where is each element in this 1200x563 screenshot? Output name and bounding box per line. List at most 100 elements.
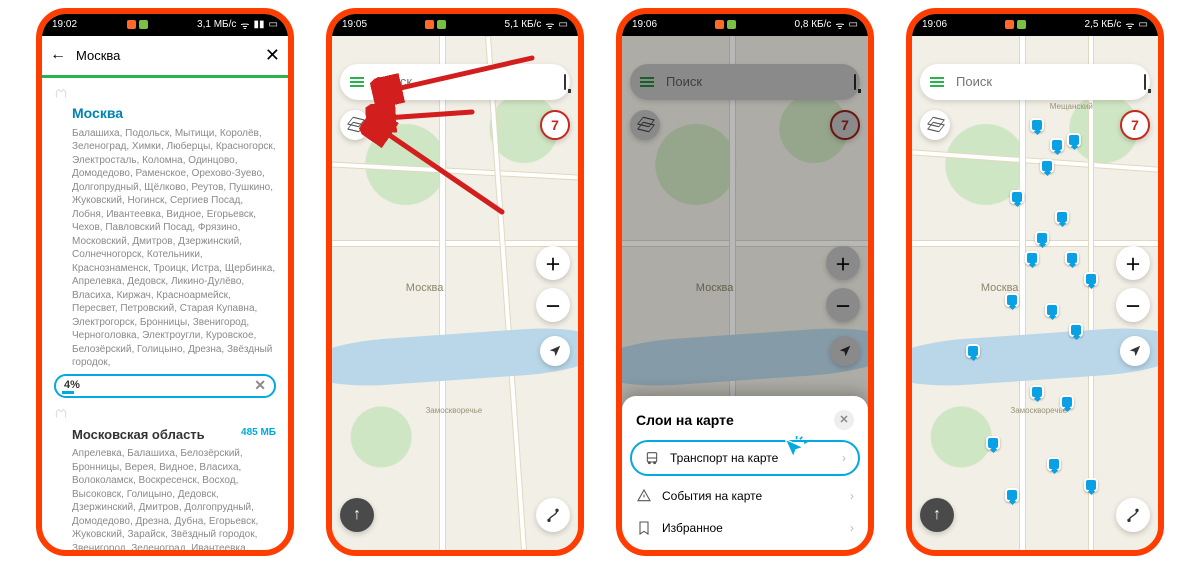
region-title-oblast: Московская область 485 МБ	[72, 426, 276, 444]
mic-icon[interactable]	[564, 74, 566, 90]
option-favorites[interactable]: Избранное ›	[636, 512, 854, 544]
transport-marker[interactable]	[1047, 457, 1061, 471]
zoom-in-button[interactable]: ＋	[536, 246, 570, 280]
menu-icon[interactable]	[930, 77, 944, 87]
status-time: 19:05	[342, 19, 367, 30]
status-bar: 19:06 2,5 КБ/сᯤ▭	[912, 14, 1158, 36]
battery-icon: ▭	[849, 19, 858, 30]
map-canvas[interactable]: Москва Замоскворечье Мещанский 7 ＋ －	[912, 36, 1158, 550]
notifications-button[interactable]: 7	[830, 110, 860, 140]
wifi-icon: ᯤ	[545, 18, 554, 32]
region-icon	[54, 406, 68, 420]
sheet-title: Слои на карте	[636, 412, 734, 428]
transport-marker[interactable]	[1030, 118, 1044, 132]
region-towns-oblast: Апрелевка, Балашиха, Белозёрский, Бронни…	[72, 447, 276, 549]
routes-button[interactable]	[536, 498, 570, 532]
zoom-in-button[interactable]: ＋	[826, 246, 860, 280]
transport-marker[interactable]	[1005, 293, 1019, 307]
mic-icon[interactable]	[1144, 74, 1146, 90]
map-label-city: Москва	[696, 282, 734, 294]
region-towns-moscow: Балашиха, Подольск, Мытищи, Королёв, Зел…	[72, 127, 276, 370]
region-size: 485 МБ	[241, 426, 276, 444]
battery-icon: ▭	[559, 19, 568, 30]
wifi-icon: ᯤ	[835, 18, 844, 32]
transport-marker[interactable]	[1040, 159, 1054, 173]
map-canvas[interactable]: Москва 7 ＋ － Слои на карте ✕ Транспорт н…	[622, 36, 868, 550]
search-input[interactable]	[74, 47, 257, 64]
battery-icon: ▭	[269, 19, 278, 30]
layers-sheet: Слои на карте ✕ Транспорт на карте › Соб…	[622, 396, 868, 550]
transport-marker[interactable]	[1065, 251, 1079, 265]
wifi-icon: ᯤ	[240, 18, 249, 32]
region-title-label: Московская область	[72, 426, 205, 444]
transport-marker[interactable]	[966, 344, 980, 358]
clear-icon[interactable]: ✕	[265, 45, 280, 66]
transport-marker[interactable]	[1005, 488, 1019, 502]
layers-button[interactable]	[630, 110, 660, 140]
zoom-out-button[interactable]: －	[536, 288, 570, 322]
search-input[interactable]	[954, 73, 1134, 90]
layers-icon	[927, 117, 943, 133]
regions-list[interactable]: Москва Балашиха, Подольск, Мытищи, Корол…	[42, 78, 288, 550]
transport-marker[interactable]	[1025, 251, 1039, 265]
transport-marker[interactable]	[1084, 478, 1098, 492]
transport-marker[interactable]	[1035, 231, 1049, 245]
search-bar	[920, 64, 1150, 100]
zoom-out-button[interactable]: －	[826, 288, 860, 322]
scroll-top-button[interactable]: ↑	[920, 498, 954, 532]
notifications-count: 7	[1131, 117, 1139, 133]
routes-button[interactable]	[1116, 498, 1150, 532]
status-net: 5,1 КБ/с	[505, 19, 542, 30]
progress-bar	[62, 391, 74, 394]
cancel-download-icon[interactable]: ✕	[254, 376, 266, 395]
option-label: События на карте	[662, 489, 762, 503]
transport-marker[interactable]	[1060, 395, 1074, 409]
zoom-out-button[interactable]: －	[1116, 288, 1150, 322]
locate-button[interactable]	[1120, 336, 1150, 366]
layers-icon	[637, 117, 653, 133]
notifications-button[interactable]: 7	[1120, 110, 1150, 140]
status-time: 19:02	[52, 19, 77, 30]
battery-icon: ▭	[1139, 19, 1148, 30]
transport-marker[interactable]	[1010, 190, 1024, 204]
phone-4: 19:06 2,5 КБ/сᯤ▭ Москва Замоскворечье Ме…	[906, 8, 1164, 556]
menu-icon[interactable]	[640, 77, 654, 87]
option-events[interactable]: События на карте ›	[636, 480, 854, 512]
transport-marker[interactable]	[986, 436, 1000, 450]
option-transport[interactable]: Транспорт на карте ›	[630, 440, 860, 476]
locate-button[interactable]	[540, 336, 570, 366]
close-sheet-button[interactable]: ✕	[834, 410, 854, 430]
status-bar: 19:06 0,8 КБ/сᯤ▭	[622, 14, 868, 36]
bus-icon	[644, 450, 660, 466]
transport-marker[interactable]	[1084, 272, 1098, 286]
option-label: Транспорт на карте	[670, 451, 778, 465]
transport-marker[interactable]	[1030, 385, 1044, 399]
sheet-title-row: Слои на карте ✕	[636, 410, 854, 430]
layers-button[interactable]	[920, 110, 950, 140]
routes-icon	[545, 507, 561, 523]
zoom-in-button[interactable]: ＋	[1116, 246, 1150, 280]
bookmark-icon	[636, 520, 652, 536]
transport-marker[interactable]	[1069, 323, 1083, 337]
chevron-right-icon: ›	[850, 489, 854, 503]
scroll-top-button[interactable]: ↑	[340, 498, 374, 532]
phone-2: 19:05 5,1 КБ/сᯤ ▭ Москва Замоскворечье 7 …	[326, 8, 584, 556]
status-net: 3,1 МБ/с	[197, 19, 236, 30]
locate-button[interactable]	[830, 336, 860, 366]
map-canvas[interactable]: Москва Замоскворечье 7 ＋ － ↑	[332, 36, 578, 550]
option-label: Избранное	[662, 521, 723, 535]
transport-marker[interactable]	[1055, 210, 1069, 224]
transport-marker[interactable]	[1045, 303, 1059, 317]
search-input[interactable]	[664, 73, 844, 90]
mic-icon[interactable]	[854, 74, 856, 90]
wifi-icon: ᯤ	[1125, 18, 1134, 32]
status-net: 2,5 КБ/с	[1085, 19, 1122, 30]
chevron-right-icon: ›	[842, 451, 846, 465]
transport-marker[interactable]	[1050, 138, 1064, 152]
map-label: Мещанский	[1050, 102, 1093, 111]
back-icon[interactable]: ←	[50, 46, 66, 64]
map-label-district: Замоскворечье	[425, 406, 482, 415]
status-time: 19:06	[632, 19, 657, 30]
download-progress[interactable]: 4% ✕	[54, 374, 276, 398]
transport-marker[interactable]	[1067, 133, 1081, 147]
